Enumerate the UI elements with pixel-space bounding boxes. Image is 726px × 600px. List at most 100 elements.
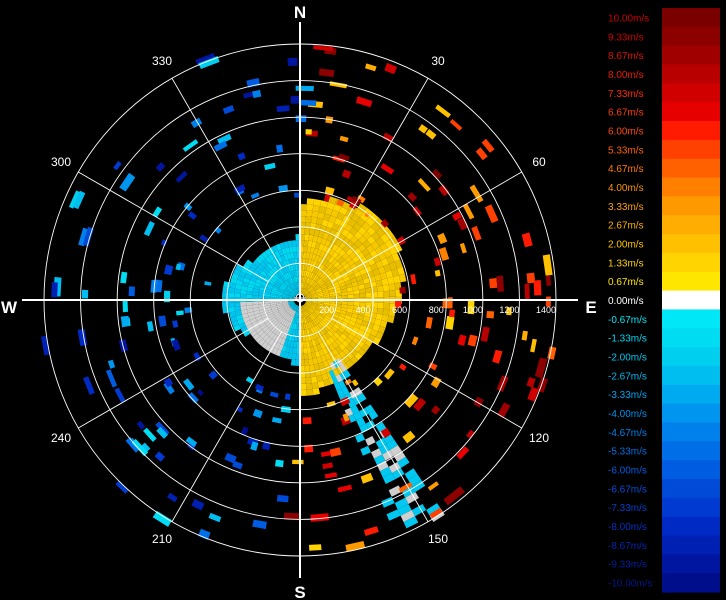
radar-bin — [240, 301, 247, 307]
colorbar-label: -8.00m/s — [608, 522, 647, 533]
range-tick-label: 200 — [319, 305, 334, 315]
range-tick-label: 1400 — [536, 305, 556, 315]
radar-bin — [443, 486, 466, 506]
radar-bin — [305, 377, 312, 384]
colorbar-swatch — [662, 271, 720, 292]
radar-bin — [154, 451, 166, 462]
radar-bin — [305, 216, 312, 223]
colorbar-swatch — [662, 139, 720, 160]
radar-bin — [252, 519, 267, 530]
radar-bin — [246, 78, 260, 88]
radar-bin — [383, 302, 390, 310]
colorbar-label: -2.67m/s — [608, 371, 647, 382]
colorbar-label: -2.00m/s — [608, 353, 647, 364]
radar-bin — [152, 510, 172, 527]
radar-bin — [304, 234, 310, 241]
radar-bin — [360, 472, 374, 484]
colorbar-label: -4.00m/s — [608, 409, 647, 420]
radar-bin — [445, 315, 455, 330]
bearing-label: 300 — [51, 155, 71, 169]
radar-bin — [191, 498, 205, 511]
radar-bin — [300, 389, 307, 396]
radar-bin — [530, 338, 537, 353]
radar-bin — [252, 408, 263, 419]
radar-bin — [496, 275, 505, 292]
radar-bin — [353, 293, 360, 299]
radar-bin — [240, 293, 247, 299]
radar-bin — [437, 232, 448, 245]
radar-bin — [311, 382, 319, 390]
colorbar-swatch — [662, 64, 720, 84]
colorbar-swatches — [662, 8, 720, 593]
range-tick-label: 600 — [392, 305, 407, 315]
radar-bin — [411, 336, 419, 346]
radar-bin — [380, 163, 395, 175]
radar-bin — [228, 292, 235, 298]
radar-bin — [305, 383, 313, 390]
radar-bin — [311, 210, 319, 218]
colorbar-swatch — [662, 516, 720, 537]
radar-bin — [449, 119, 463, 131]
colorbar-label: 4.67m/s — [608, 164, 644, 175]
radar-bin — [119, 172, 136, 192]
radar-bin — [377, 302, 384, 309]
radar-bin — [399, 286, 406, 294]
radar-bin — [524, 283, 530, 300]
radar-bin — [105, 369, 118, 388]
radar-bin — [373, 376, 383, 387]
radar-bin — [376, 308, 384, 315]
radar-bin — [136, 420, 146, 430]
radar-bin — [305, 210, 313, 217]
radar-bin — [175, 170, 188, 183]
radar-bin — [197, 389, 204, 397]
radar-bin — [172, 320, 179, 328]
radar-bin — [304, 359, 310, 366]
colorbar-swatch — [662, 252, 720, 273]
colorbar-swatch — [662, 573, 720, 593]
colorbar-label: 8.00m/s — [608, 70, 644, 81]
radar-bin — [222, 105, 235, 115]
radar-bin — [384, 368, 395, 380]
radar-bin — [228, 302, 235, 308]
radar-bin — [306, 204, 314, 211]
radar-bin — [114, 387, 126, 403]
radar-bin — [384, 62, 398, 75]
radar-bin — [351, 379, 359, 387]
compass-south-label: S — [294, 583, 305, 600]
radar-bin — [312, 204, 320, 212]
radar-bin — [234, 293, 241, 298]
radar-bin — [309, 544, 322, 551]
radar-bin — [388, 283, 396, 291]
radar-bin — [425, 316, 433, 329]
radar-bin — [365, 292, 372, 298]
range-tick-label: 1000 — [463, 305, 483, 315]
radar-bin — [276, 105, 290, 112]
radar-bin — [264, 162, 276, 171]
bearing-label: 240 — [51, 431, 71, 445]
colorbar-swatch — [662, 196, 720, 216]
colorbar-label: 0.00m/s — [608, 296, 644, 307]
radar-bin — [158, 315, 167, 327]
radar-bin — [382, 308, 390, 316]
radar-bin — [521, 232, 533, 248]
range-tick-label: 1200 — [499, 305, 519, 315]
colorbar-label: 2.67m/s — [608, 221, 644, 232]
radar-bin — [365, 63, 377, 72]
radar-bin — [245, 376, 255, 384]
radar-bin — [292, 459, 304, 465]
compass-west-label: W — [1, 298, 18, 317]
radar-bin — [527, 386, 540, 402]
radar-bin — [438, 184, 450, 197]
radar-bin — [521, 330, 528, 341]
radar-bin — [193, 352, 202, 362]
radar-bin — [427, 481, 439, 491]
radar-bin — [306, 198, 315, 205]
radar-bin — [113, 160, 122, 171]
colorbar-label: 7.33m/s — [608, 89, 644, 100]
radar-bin — [425, 129, 437, 140]
radar-bin — [122, 299, 128, 313]
radar-bin — [176, 310, 184, 316]
bearing-spoke — [317, 331, 429, 522]
radar-bin — [467, 334, 478, 347]
radar-bin — [313, 199, 322, 207]
